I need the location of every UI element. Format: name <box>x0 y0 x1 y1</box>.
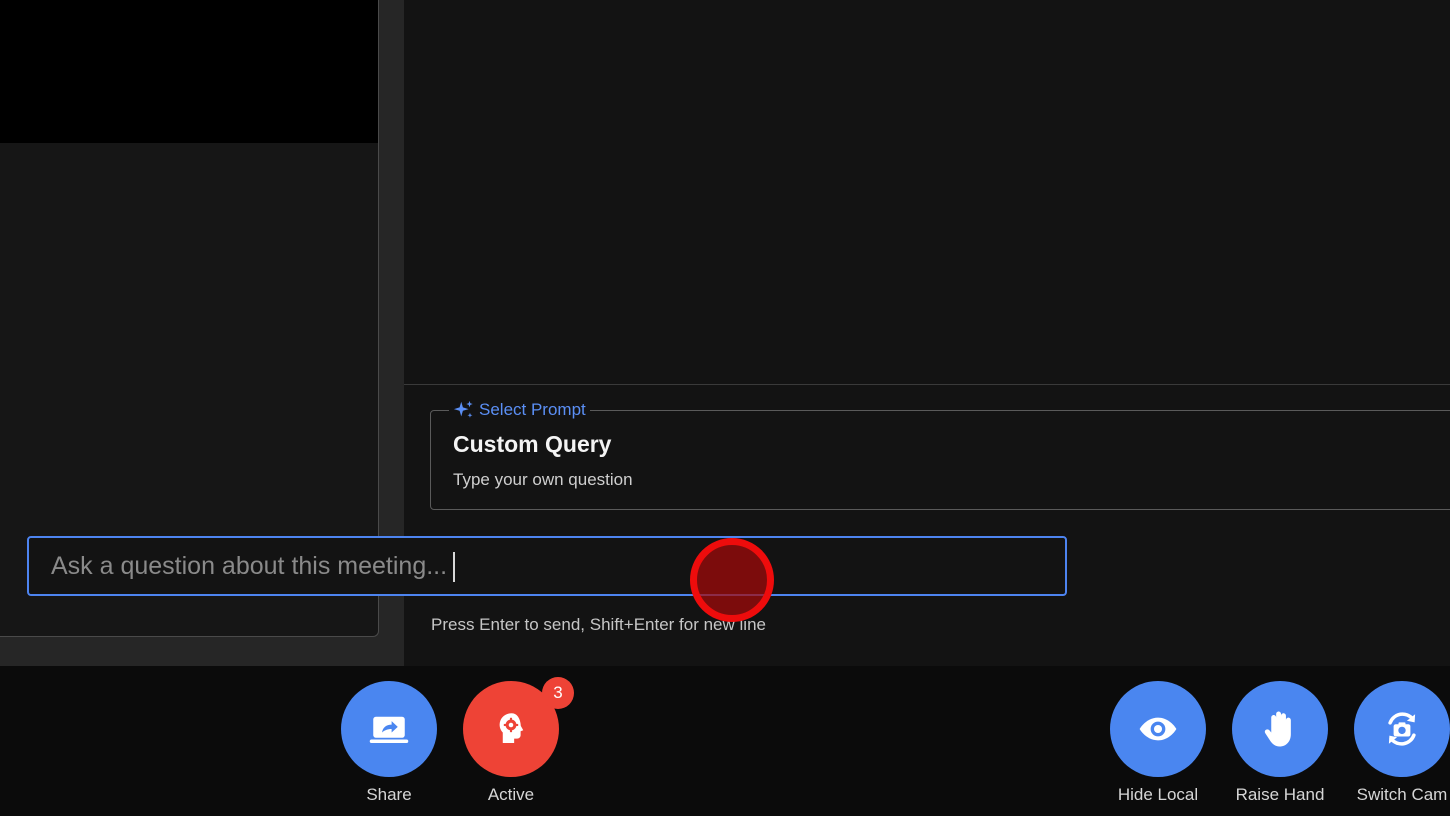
hide-local-button[interactable] <box>1110 681 1206 777</box>
notification-badge: 3 <box>542 677 574 709</box>
prompt-selector[interactable]: Select Prompt Custom Query Type your own… <box>430 399 1450 510</box>
selected-prompt-title: Custom Query <box>453 431 612 457</box>
raise-hand-control: Raise Hand <box>1220 681 1340 811</box>
active-control: 3 Active <box>451 677 574 811</box>
sparkle-icon <box>453 400 473 418</box>
share-button[interactable] <box>341 681 437 777</box>
raise-hand-button[interactable] <box>1232 681 1328 777</box>
selected-prompt-description: Type your own question <box>453 470 633 489</box>
active-label: Active <box>487 785 535 804</box>
question-input[interactable] <box>27 536 1067 596</box>
switch-cam-control: Switch Cam <box>1342 681 1450 811</box>
ai-brain-icon <box>499 713 524 743</box>
eye-icon <box>1139 717 1177 741</box>
keyboard-hint: Press Enter to send, Shift+Enter for new… <box>431 615 766 634</box>
text-caret <box>453 552 455 582</box>
share-label: Share <box>366 785 412 804</box>
camera-switch-icon <box>1388 712 1416 746</box>
switch-cam-button[interactable] <box>1354 681 1450 777</box>
hide-local-control: Hide Local <box>1098 681 1218 811</box>
assistant-message-area <box>404 0 1450 385</box>
meeting-screen: Select Prompt Custom Query Type your own… <box>0 0 1450 816</box>
participant-video-feed <box>0 0 378 143</box>
screen-share-icon <box>369 716 409 743</box>
hide-local-label: Hide Local <box>1117 785 1199 804</box>
prompt-selector-legend: Select Prompt <box>449 399 590 421</box>
call-controls-toolbar: Share 3 Active Hide Local Raise Hand Swi… <box>0 666 1450 816</box>
hand-icon <box>1264 711 1291 747</box>
prompt-selector-legend-text: Select Prompt <box>479 400 586 419</box>
share-control: Share <box>329 681 449 811</box>
raise-hand-label: Raise Hand <box>1235 785 1325 804</box>
switch-cam-label: Switch Cam <box>1356 785 1448 804</box>
active-ai-button[interactable]: 3 <box>463 677 574 777</box>
